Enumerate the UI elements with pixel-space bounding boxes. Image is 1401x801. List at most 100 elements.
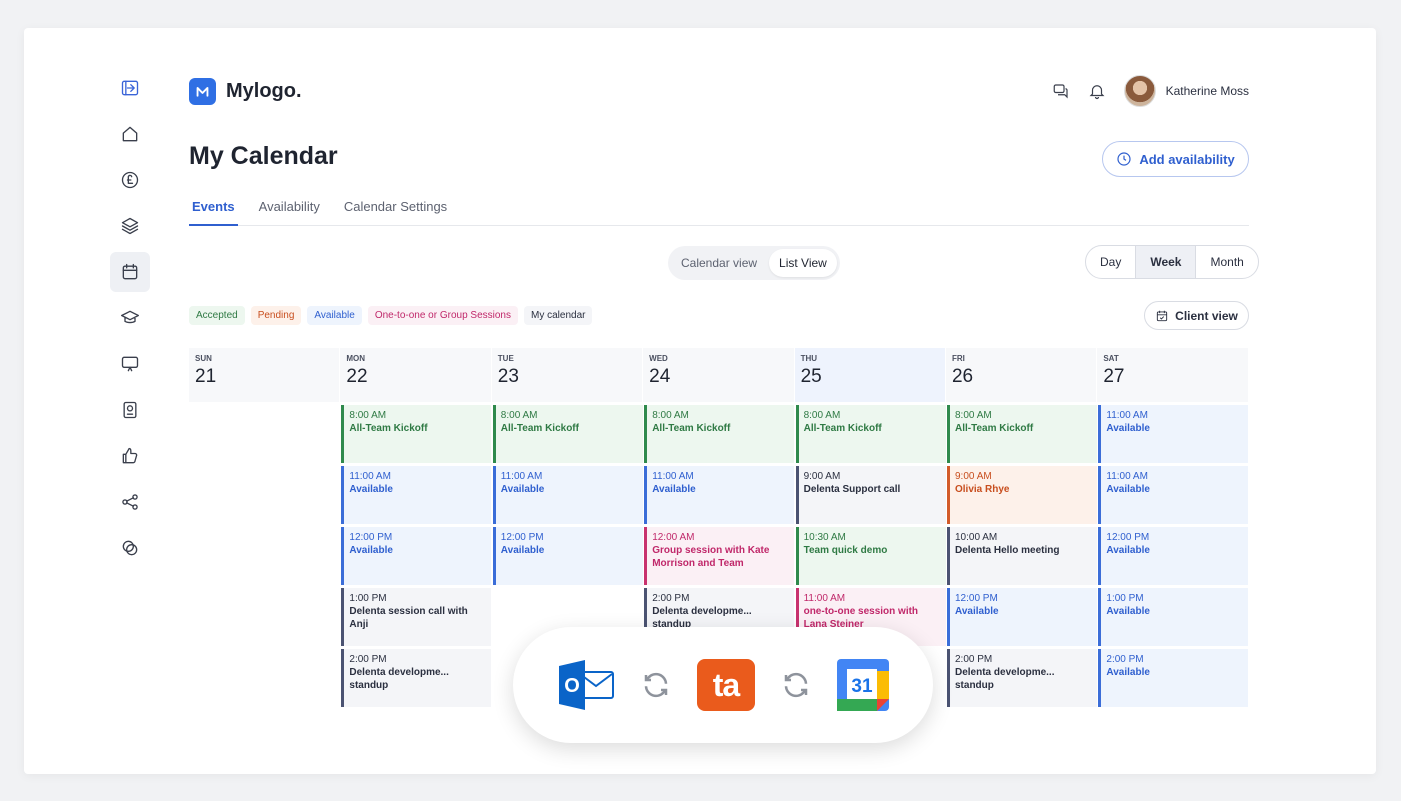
day-column-wed: 8:00 AM All-Team Kickoff 11:00 AM Available… bbox=[644, 405, 795, 649]
event-time: 2:00 PM bbox=[955, 654, 993, 665]
add-availability-button[interactable]: Add availability bbox=[1102, 141, 1249, 177]
range-month[interactable]: Month bbox=[1196, 246, 1257, 278]
sidebar-item-courses[interactable] bbox=[110, 298, 150, 338]
week-grid: SUN 21 MON 22 TUE 23 WED 24 THU 25 FRI 26 SAT 27 bbox=[189, 348, 1249, 402]
sidebar-item-payments[interactable] bbox=[110, 160, 150, 200]
event-title: Available bbox=[652, 484, 696, 495]
sync-arrows-icon bbox=[784, 672, 808, 698]
sidebar-item-integrations[interactable] bbox=[110, 528, 150, 568]
event-card[interactable]: 12:00 PM Available bbox=[341, 527, 492, 585]
event-title: Available bbox=[349, 545, 393, 556]
google-calendar-icon: 31 bbox=[837, 659, 889, 711]
sidebar-item-layers[interactable] bbox=[110, 206, 150, 246]
legend-sessions: One-to-one or Group Sessions bbox=[367, 306, 518, 325]
sidebar-item-calendar[interactable] bbox=[110, 252, 150, 292]
event-card[interactable]: 11:00 AM Available bbox=[1098, 466, 1249, 524]
sidebar-item-home[interactable] bbox=[110, 114, 150, 154]
day-column-fri: 8:00 AM All-Team Kickoff 9:00 AM Olivia Rhy… bbox=[947, 405, 1097, 710]
event-time: 8:00 AM bbox=[652, 410, 689, 421]
day-header-thu[interactable]: THU 25 bbox=[794, 348, 946, 402]
user-name[interactable]: Katherine Moss bbox=[1166, 84, 1249, 98]
event-card[interactable]: 2:00 PM Available bbox=[1098, 649, 1249, 707]
day-of-week: SUN bbox=[195, 354, 212, 363]
event-card[interactable]: 1:00 PM Delenta session call with Anji bbox=[341, 588, 492, 646]
range-selector: Day Week Month bbox=[1085, 245, 1259, 279]
day-header-tue[interactable]: TUE 23 bbox=[491, 348, 644, 402]
tab-events[interactable]: Events bbox=[189, 196, 238, 226]
client-view-button[interactable]: Client view bbox=[1144, 301, 1249, 330]
tab-calendar-settings[interactable]: Calendar Settings bbox=[341, 196, 450, 226]
calendar-view-option[interactable]: Calendar view bbox=[671, 249, 767, 277]
event-title: All-Team Kickoff bbox=[500, 423, 579, 434]
logo[interactable]: Mylogo. bbox=[189, 78, 302, 105]
avatar[interactable] bbox=[1123, 75, 1156, 107]
sidebar-item-certificate[interactable] bbox=[110, 390, 150, 430]
event-card[interactable]: 8:00 AM All-Team Kickoff bbox=[492, 405, 643, 463]
day-of-week: TUE bbox=[497, 354, 514, 363]
legend-my-calendar: My calendar bbox=[524, 306, 593, 325]
event-card[interactable]: 9:00 AM Delenta Support call bbox=[795, 466, 946, 524]
event-title: All-Team Kickoff bbox=[955, 423, 1034, 434]
home-icon bbox=[122, 126, 138, 142]
event-time: 2:00 PM bbox=[349, 654, 387, 665]
sidebar-item-presentation[interactable] bbox=[110, 344, 150, 384]
graduation-cap-icon bbox=[121, 310, 139, 324]
event-title: Delenta developme... standup bbox=[349, 667, 449, 691]
event-card[interactable]: 9:00 AM Olivia Rhye bbox=[947, 466, 1097, 524]
event-card[interactable]: 12:00 AM Group session with Kate Morrison… bbox=[644, 527, 795, 585]
event-title: Delenta developme... standup bbox=[955, 667, 1055, 691]
event-card[interactable]: 11:00 AM Available bbox=[341, 466, 492, 524]
range-day[interactable]: Day bbox=[1086, 246, 1137, 278]
sidebar-item-share[interactable] bbox=[110, 482, 150, 522]
event-card[interactable]: 11:00 AM Available bbox=[492, 466, 643, 524]
day-number: 22 bbox=[346, 366, 368, 387]
tab-availability[interactable]: Availability bbox=[256, 196, 323, 226]
day-header-sun[interactable]: SUN 21 bbox=[189, 348, 341, 402]
day-header-fri[interactable]: FRI 26 bbox=[945, 348, 1098, 402]
sidebar-item-feedback[interactable] bbox=[110, 436, 150, 476]
chat-icon[interactable] bbox=[1052, 82, 1070, 100]
sync-arrows-icon bbox=[644, 672, 668, 698]
event-time: 10:30 AM bbox=[803, 532, 846, 543]
day-header-row: SUN 21 MON 22 TUE 23 WED 24 THU 25 FRI 26 SAT 27 bbox=[189, 348, 1249, 402]
sidebar-item-toggle[interactable] bbox=[110, 68, 150, 108]
bell-icon[interactable] bbox=[1088, 82, 1106, 100]
range-week[interactable]: Week bbox=[1136, 246, 1197, 278]
event-card[interactable]: 11:00 AM Available bbox=[644, 466, 795, 524]
event-card[interactable]: 10:30 AM Team quick demo bbox=[795, 527, 946, 585]
day-number: 23 bbox=[497, 366, 519, 387]
event-time: 11:00 AM bbox=[1106, 471, 1148, 482]
day-header-sat[interactable]: SAT 27 bbox=[1097, 348, 1249, 402]
event-card[interactable]: 11:00 AM Available bbox=[1098, 405, 1249, 463]
event-time: 12:00 PM bbox=[1106, 532, 1150, 543]
event-time: 8:00 AM bbox=[349, 410, 387, 421]
event-title: Olivia Rhye bbox=[955, 484, 1010, 495]
list-view-option[interactable]: List View bbox=[769, 249, 837, 277]
event-time: 8:00 AM bbox=[500, 410, 538, 421]
event-card[interactable]: 8:00 AM All-Team Kickoff bbox=[644, 405, 795, 463]
event-card[interactable]: 12:00 PM Available bbox=[1098, 527, 1249, 585]
event-time: 12:00 AM bbox=[652, 532, 695, 543]
logo-mark-icon bbox=[189, 78, 216, 105]
day-header-mon[interactable]: MON 22 bbox=[340, 348, 492, 402]
event-card[interactable]: 8:00 AM All-Team Kickoff bbox=[341, 405, 492, 463]
day-of-week: THU bbox=[800, 354, 818, 363]
event-card[interactable]: 8:00 AM All-Team Kickoff bbox=[795, 405, 946, 463]
day-of-week: MON bbox=[346, 354, 366, 363]
event-card[interactable]: 8:00 AM All-Team Kickoff bbox=[947, 405, 1097, 463]
event-card[interactable]: 2:00 PM Delenta developme... standup bbox=[341, 649, 492, 707]
day-header-wed[interactable]: WED 24 bbox=[643, 348, 795, 402]
event-card[interactable]: 12:00 PM Available bbox=[947, 588, 1097, 646]
header-actions: Katherine Moss bbox=[1052, 75, 1249, 107]
event-card[interactable]: 2:00 PM Delenta developme... standup bbox=[947, 649, 1097, 707]
event-card[interactable]: 10:00 AM Delenta Hello meeting bbox=[947, 527, 1097, 585]
event-title: Delenta Support call bbox=[803, 484, 901, 495]
event-card[interactable]: 1:00 PM Available bbox=[1098, 588, 1249, 646]
day-number: 24 bbox=[649, 366, 671, 387]
presentation-icon bbox=[121, 356, 139, 372]
event-time: 12:00 PM bbox=[500, 532, 544, 543]
event-card[interactable]: 12:00 PM Available bbox=[492, 527, 643, 585]
calendar-icon bbox=[122, 263, 138, 280]
day-column-thu: 8:00 AM All-Team Kickoff 9:00 AM Delenta Su… bbox=[795, 405, 946, 649]
ta-app-icon: ta bbox=[697, 659, 755, 711]
